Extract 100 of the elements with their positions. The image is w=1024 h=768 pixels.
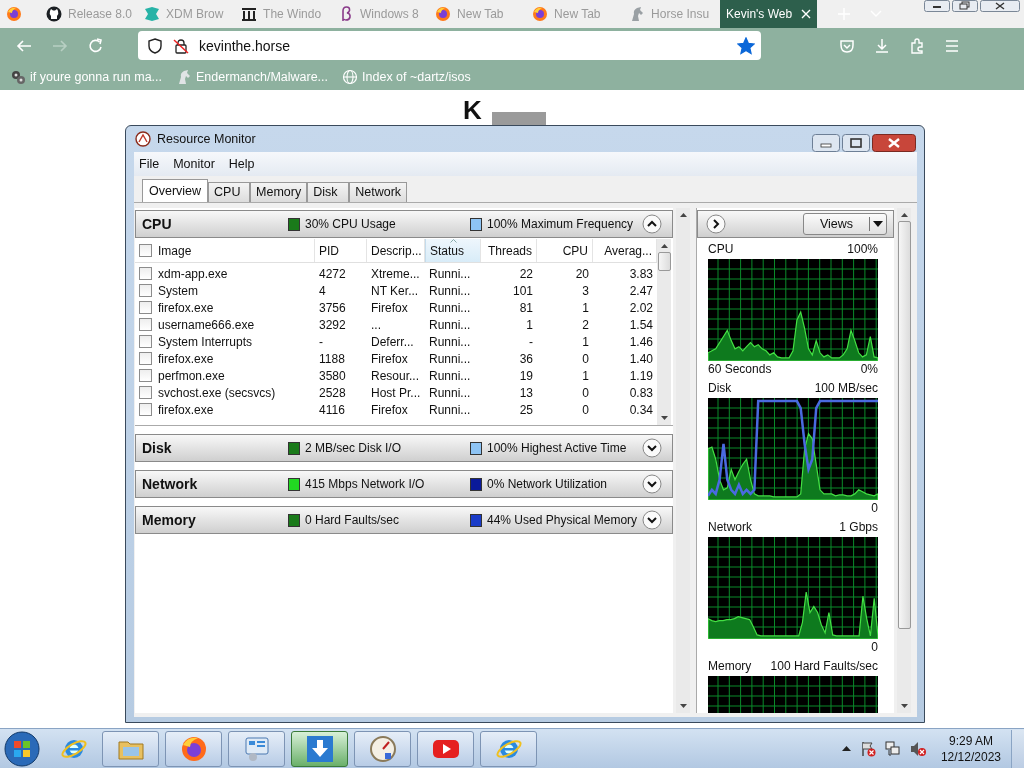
scroll-up-icon[interactable]	[679, 213, 687, 217]
table-cell: Deferr...	[371, 334, 414, 349]
table-cell: xdm-app.exe	[158, 266, 228, 281]
fox-globe-icon	[6, 6, 22, 22]
taskbar-button[interactable]	[291, 730, 348, 767]
checkbox[interactable]	[139, 352, 152, 365]
table-cell: firefox.exe	[158, 351, 214, 366]
table-cell: 2	[582, 317, 589, 332]
tray-arrow-icon[interactable]	[841, 746, 851, 751]
column-header[interactable]: Threads	[481, 239, 537, 262]
expand-icon[interactable]	[642, 474, 662, 494]
browser-tab[interactable]: Kevin's Web	[720, 0, 818, 28]
column-header[interactable]: CPU	[537, 239, 593, 262]
table-cell: Runni...	[429, 368, 471, 383]
table-cell: 3292	[319, 317, 346, 332]
speaker-muted-icon[interactable]	[909, 740, 926, 757]
taskbar-button[interactable]	[480, 730, 537, 767]
section-header[interactable]: Memory 0 Hard Faults/sec 44% Used Physical Memory	[135, 506, 673, 534]
table-cell: -	[529, 334, 533, 349]
pocket-icon[interactable]	[839, 37, 855, 54]
close-icon[interactable]	[872, 134, 916, 152]
expand-right-icon[interactable]	[706, 214, 726, 234]
table-cell: Runni...	[429, 266, 471, 281]
table-cell: firefox.exe	[158, 402, 214, 417]
scroll-thumb[interactable]	[897, 221, 911, 629]
taskbar-button[interactable]	[165, 730, 222, 767]
menu-item[interactable]: Monitor	[173, 157, 215, 171]
control-panel-icon	[242, 734, 271, 763]
scroll-up-icon[interactable]	[900, 213, 908, 217]
close-icon[interactable]	[980, 0, 1020, 12]
checkbox[interactable]	[139, 267, 152, 280]
table-cell: 2.47	[629, 283, 653, 298]
diamond-logo-icon	[144, 6, 161, 22]
tab[interactable]: Memory	[250, 182, 308, 202]
puzzle-icon[interactable]	[909, 37, 925, 54]
table-cell: 0	[582, 385, 589, 400]
section-header[interactable]: Disk 2 MB/sec Disk I/O 100% Highest Active Time	[135, 434, 673, 462]
checkbox[interactable]	[139, 403, 152, 416]
tab[interactable]: Network	[349, 182, 408, 202]
menu-item[interactable]: File	[139, 157, 160, 171]
scrollbar[interactable]	[657, 239, 671, 425]
checkbox[interactable]	[139, 318, 152, 331]
column-header[interactable]: Status	[425, 239, 481, 262]
back-icon[interactable]	[16, 37, 32, 54]
checkbox[interactable]	[139, 386, 152, 399]
section-header[interactable]: Network 415 Mbps Network I/O 0% Network Utilization	[135, 470, 673, 498]
table-cell: 4	[319, 283, 326, 298]
network-icon[interactable]	[884, 740, 901, 757]
table-cell: username666.exe	[158, 317, 255, 332]
taskbar-button[interactable]	[417, 730, 474, 767]
cat-logo-icon	[46, 6, 62, 22]
tab[interactable]: Disk	[307, 182, 350, 202]
column-header[interactable]: PID	[315, 239, 367, 262]
checkbox[interactable]	[139, 369, 152, 382]
scroll-up-icon[interactable]	[660, 244, 668, 248]
tab[interactable]: Overview	[142, 179, 209, 202]
download-icon[interactable]	[874, 37, 890, 54]
address-field[interactable]: kevinthe.horse	[138, 31, 761, 60]
column-header[interactable]: Image	[135, 239, 315, 262]
table-cell: 1.19	[629, 368, 653, 383]
scroll-down-icon[interactable]	[660, 416, 668, 420]
collapse-icon[interactable]	[642, 214, 662, 234]
maximize-icon[interactable]	[842, 134, 870, 152]
section-header[interactable]: CPU 30% CPU Usage 100% Maximum Frequency	[135, 210, 673, 238]
scroll-down-icon[interactable]	[900, 704, 908, 708]
scroll-down-icon[interactable]	[679, 704, 687, 708]
taskbar-button[interactable]	[228, 730, 285, 767]
views-button[interactable]: Views	[803, 213, 887, 235]
table-cell: 25	[519, 402, 533, 417]
checkbox[interactable]	[139, 335, 152, 348]
table-cell: 1	[582, 368, 589, 383]
checkbox[interactable]	[139, 244, 152, 257]
scrollbar[interactable]	[897, 208, 911, 713]
scale-label: 100 Hard Faults/sec	[770, 659, 878, 674]
scrollbar[interactable]	[676, 208, 690, 713]
menu-item[interactable]: Help	[228, 157, 255, 171]
clock[interactable]: 9:29 AM 12/12/2023	[940, 732, 1001, 765]
scroll-thumb[interactable]	[657, 252, 671, 271]
table-cell: 1188	[319, 351, 345, 366]
shield-icon[interactable]	[147, 37, 163, 54]
graph-title: Memory	[708, 659, 752, 674]
restore-icon[interactable]	[952, 0, 978, 12]
tab[interactable]: CPU	[208, 182, 251, 202]
scale-label: 100%	[847, 242, 878, 257]
expand-icon[interactable]	[642, 438, 662, 458]
checkbox[interactable]	[139, 301, 152, 314]
taskbar-button[interactable]	[354, 730, 411, 767]
table-cell: Resour...	[371, 368, 420, 383]
minimize-icon[interactable]	[924, 0, 950, 12]
table-cell: 1.54	[629, 317, 653, 332]
checkbox[interactable]	[139, 284, 152, 297]
expand-icon[interactable]	[642, 510, 662, 530]
globe-icon	[342, 68, 359, 85]
flag-error-icon[interactable]	[859, 740, 876, 757]
star-icon[interactable]	[737, 36, 755, 55]
reload-icon[interactable]	[88, 37, 104, 54]
start-orb-icon[interactable]	[4, 730, 40, 767]
table-cell: firefox.exe	[158, 300, 214, 315]
taskbar-button[interactable]	[102, 730, 159, 767]
lock-slash-icon[interactable]	[173, 37, 189, 54]
